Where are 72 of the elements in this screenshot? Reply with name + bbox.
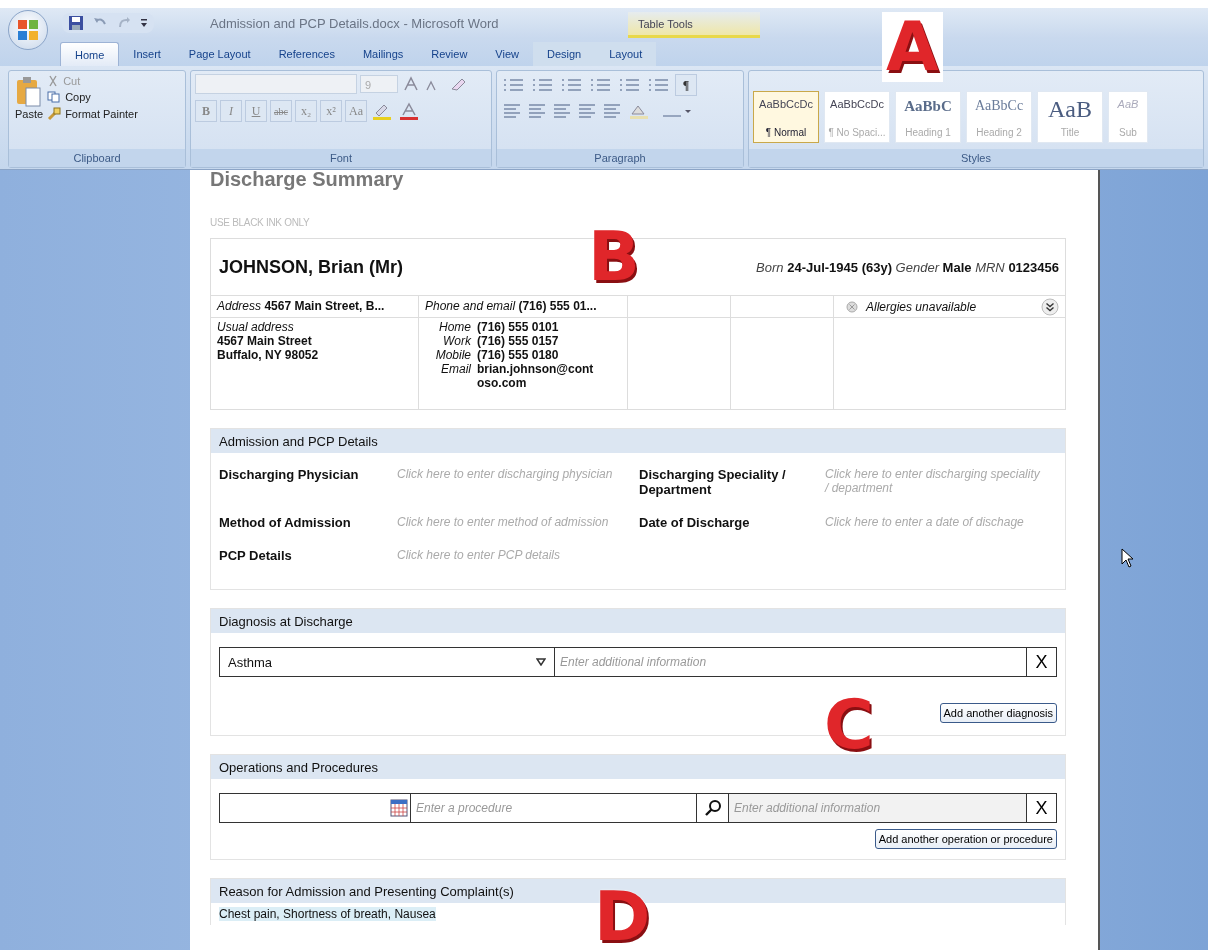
callout-letter: B xyxy=(588,222,640,292)
ribbon-tab[interactable]: Design xyxy=(533,42,596,66)
group-label: Clipboard xyxy=(9,149,185,167)
style-gallery-item[interactable]: AaBbC Heading 1 xyxy=(895,91,961,143)
allergies-status: Allergies unavailable xyxy=(866,299,977,314)
show-formatting-button[interactable]: ¶ xyxy=(675,74,697,96)
address-summary: Address 4567 Main Street, B... xyxy=(217,299,385,313)
allergy-status-icon xyxy=(846,300,858,313)
contact-value: (716) 555 0180 xyxy=(477,348,560,362)
patient-demographics: Born 24-Jul-1945 (63y) Gender Male MRN 0123456 xyxy=(756,259,1059,275)
field-label: Discharging Physician xyxy=(219,467,360,484)
phone-summary: Phone and email (716) 555 01... xyxy=(425,299,597,313)
section-title: Diagnosis at Discharge xyxy=(211,609,1065,633)
office-button[interactable] xyxy=(8,10,48,50)
field-label: Date of Discharge xyxy=(639,515,751,530)
style-gallery-item[interactable]: AaBbCcDc ¶ Normal xyxy=(753,91,819,143)
contact-label: Email xyxy=(440,362,471,378)
justify-icon[interactable] xyxy=(576,102,598,120)
contact-value: (716) 555 0101 xyxy=(477,320,560,334)
ink-note: USE BLACK INK ONLY xyxy=(210,217,311,228)
callout-letter: A xyxy=(882,12,943,82)
ribbon-tab[interactable]: Review xyxy=(417,42,482,66)
group-label: Paragraph xyxy=(497,149,743,167)
field-label: Discharging Speciality / Department xyxy=(639,467,787,497)
ribbon-tab[interactable]: Page Layout xyxy=(174,42,265,66)
expand-icon[interactable] xyxy=(1041,297,1059,316)
contact-value: brian.johnson@contoso.com xyxy=(477,362,595,390)
add-procedure-button[interactable]: Add another operation or procedure xyxy=(874,829,1057,849)
ribbon-tab[interactable]: View xyxy=(481,42,533,66)
paintbrush-icon xyxy=(47,107,62,121)
field-label: Usual address xyxy=(217,320,295,334)
office-logo-icon xyxy=(16,18,40,42)
address-line: 4567 Main Street xyxy=(217,334,313,348)
mouse-pointer-icon xyxy=(1121,548,1135,568)
style-gallery-item[interactable]: AaBbCcDc ¶ No Spaci... xyxy=(824,91,890,143)
style-gallery-item[interactable]: AaBbCc Heading 2 xyxy=(966,91,1032,143)
align-center-icon[interactable] xyxy=(526,102,548,120)
align-left-icon[interactable] xyxy=(501,102,523,120)
complaint-text[interactable]: Chest pain, Shortness of breath, Nausea xyxy=(219,907,436,921)
clipboard-button[interactable]: Copy xyxy=(45,90,140,104)
ribbon-tab[interactable]: Home xyxy=(60,42,120,66)
customize-caret-icon[interactable] xyxy=(140,18,148,28)
clipboard-button[interactable]: Format Painter xyxy=(45,106,140,122)
align-right-icon[interactable] xyxy=(551,102,573,120)
ribbon-tab[interactable]: References xyxy=(264,42,349,66)
patient-name: JOHNSON, Brian (Mr) xyxy=(219,256,404,278)
window-title: Admission and PCP Details.docx - Microsoft Word xyxy=(210,15,499,31)
contact-label: Mobile xyxy=(434,348,471,362)
section-title: Operations and Procedures xyxy=(211,755,1065,779)
field-label: PCP Details xyxy=(219,548,293,563)
line-spacing-icon[interactable] xyxy=(601,102,623,120)
font-name-field[interactable] xyxy=(195,74,357,94)
clipboard-icon xyxy=(15,76,44,108)
contact-label: Work xyxy=(442,334,471,348)
ribbon-tab[interactable]: Layout xyxy=(595,42,657,66)
address-line: Buffalo, NY 98052 xyxy=(217,348,320,362)
group-label: Font xyxy=(191,149,491,167)
add-diagnosis-button[interactable]: Add another diagnosis xyxy=(939,703,1057,723)
contact-label: Home xyxy=(438,320,471,334)
ribbon-tab[interactable]: Mailings xyxy=(348,42,418,66)
save-icon[interactable] xyxy=(68,15,84,31)
section-title: Admission and PCP Details xyxy=(211,429,1065,453)
context-tab-group: Table Tools xyxy=(628,12,760,38)
paste-button[interactable]: Paste xyxy=(13,74,46,146)
font-color-icon[interactable] xyxy=(397,101,421,121)
ribbon-tab[interactable]: Insert xyxy=(119,42,175,66)
style-gallery-item[interactable]: AaB Title xyxy=(1037,91,1103,143)
copy-icon xyxy=(47,91,62,103)
document-heading: Discharge Summary xyxy=(210,170,405,191)
group-label: Styles xyxy=(749,149,1203,167)
contact-value: (716) 555 0157 xyxy=(477,334,560,348)
field-label: Method of Admission xyxy=(219,515,352,530)
